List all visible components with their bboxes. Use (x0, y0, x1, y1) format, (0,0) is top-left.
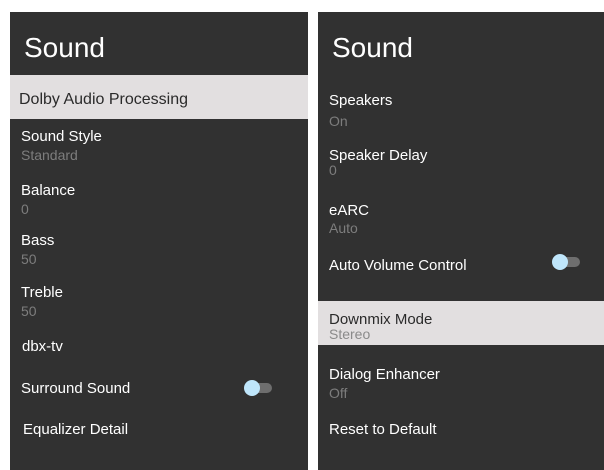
menu-item-bass[interactable]: Bass 50 (10, 232, 308, 268)
menu-item-speaker-delay[interactable]: Speaker Delay 0 (318, 147, 604, 183)
menu-item-reset-to-default[interactable]: Reset to Default (318, 421, 604, 443)
sound-settings-panel-right: Sound Speakers On Speaker Delay 0 eARC A… (318, 12, 604, 470)
menu-item-label: Equalizer Detail (23, 421, 129, 438)
menu-item-label: Auto Volume Control (329, 257, 467, 274)
toggle-knob (552, 254, 568, 270)
menu-item-earc[interactable]: eARC Auto (318, 202, 604, 238)
menu-item-label: Surround Sound (21, 380, 131, 397)
toggle-knob (244, 380, 260, 396)
menu-item-treble[interactable]: Treble 50 (10, 284, 308, 320)
menu-item-dbx-tv[interactable]: dbx-tv (10, 338, 308, 360)
menu-item-dolby-audio-processing[interactable]: Dolby Audio Processing (10, 75, 308, 119)
menu-item-balance[interactable]: Balance 0 (10, 182, 308, 218)
menu-item-value: Stereo (329, 326, 371, 342)
menu-item-sound-style[interactable]: Sound Style Standard (10, 128, 308, 164)
menu-item-label: Speaker Delay (329, 147, 428, 164)
menu-item-surround-sound[interactable]: Surround Sound (10, 379, 308, 405)
menu-item-value: 0 (329, 162, 337, 178)
menu-item-downmix-mode[interactable]: Downmix Mode Stereo (318, 301, 604, 345)
menu-item-equalizer-detail[interactable]: Equalizer Detail (10, 421, 308, 443)
menu-item-value: 50 (21, 303, 37, 319)
menu-item-value: 50 (21, 251, 37, 267)
menu-item-label: Dialog Enhancer (329, 366, 440, 383)
menu-item-value: Off (329, 385, 348, 401)
sound-settings-panel-left: Sound Dolby Audio Processing Sound Style… (10, 12, 308, 470)
menu-item-label: Dolby Audio Processing (19, 91, 188, 108)
auto-volume-control-toggle[interactable] (552, 254, 580, 270)
menu-item-label: eARC (329, 202, 370, 219)
page-title: Sound (332, 32, 413, 63)
menu-item-label: Balance (21, 182, 76, 199)
menu-item-label: Speakers (329, 92, 393, 109)
menu-item-label: dbx-tv (22, 338, 63, 355)
menu-item-value: On (329, 113, 348, 129)
surround-sound-toggle[interactable] (244, 380, 272, 396)
menu-item-value: Standard (21, 147, 78, 163)
menu-item-value: 0 (21, 201, 29, 217)
menu-item-auto-volume-control[interactable]: Auto Volume Control (318, 254, 604, 282)
page-title: Sound (24, 32, 105, 63)
menu-item-label: Treble (21, 284, 63, 301)
menu-item-dialog-enhancer[interactable]: Dialog Enhancer Off (318, 366, 604, 402)
menu-item-speakers[interactable]: Speakers On (318, 92, 604, 129)
menu-item-label: Bass (21, 232, 55, 249)
menu-item-value: Auto (329, 220, 358, 236)
menu-item-label: Reset to Default (329, 421, 437, 438)
menu-item-label: Sound Style (21, 128, 102, 145)
